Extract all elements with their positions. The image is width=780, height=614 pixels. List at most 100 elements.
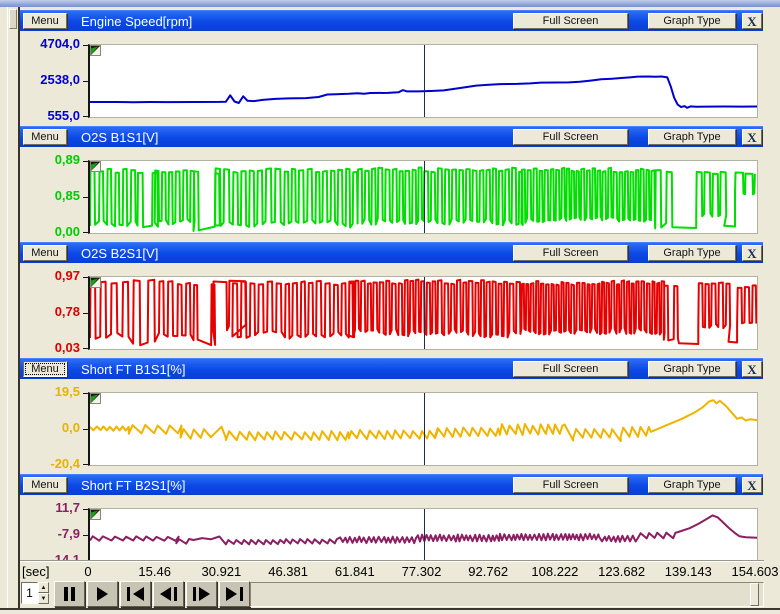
menu-button[interactable]: Menu — [23, 245, 67, 261]
position-thumb[interactable] — [750, 583, 759, 606]
y-axis-mid-label: 0,0 — [0, 421, 80, 435]
panel-body: 19,5 0,0 -20,4 — [20, 379, 763, 471]
panel-body: 0,97 0,78 0,03 — [20, 263, 763, 355]
plot-area[interactable] — [88, 44, 758, 118]
full-screen-button[interactable]: Full Screen — [513, 13, 628, 29]
panel-title: O2S B2S1[V] — [81, 246, 513, 261]
full-screen-button[interactable]: Full Screen — [513, 361, 628, 377]
y-axis-min-label: 555,0 — [0, 109, 80, 123]
time-tick-label: 92.762 — [468, 564, 508, 579]
y-axis-max-label: 19,5 — [0, 385, 80, 399]
axis-tick — [83, 393, 88, 394]
frame-spinner[interactable]: 1 ▲ ▼ — [21, 582, 49, 604]
time-axis: [sec] 015.4630.92146.38161.84177.30292.7… — [20, 560, 764, 580]
graph-type-button[interactable]: Graph Type — [648, 129, 736, 145]
skip-end-button[interactable] — [219, 581, 250, 607]
plot-marker-icon[interactable] — [90, 509, 101, 520]
graph-panel: Menu O2S B1S1[V] Full Screen Graph Type … — [20, 126, 763, 239]
cursor-line — [424, 509, 425, 561]
axis-tick — [83, 348, 88, 349]
y-axis-mid-label: 0,85 — [0, 189, 80, 203]
graph-type-button[interactable]: Graph Type — [648, 245, 736, 261]
menu-button[interactable]: Menu — [23, 13, 67, 29]
step-forward-icon — [199, 587, 210, 601]
time-axis-unit: [sec] — [22, 564, 49, 579]
panel-titlebar: Menu O2S B2S1[V] Full Screen Graph Type … — [20, 242, 763, 263]
plot-marker-icon[interactable] — [90, 393, 101, 404]
menu-button[interactable]: Menu — [23, 477, 67, 493]
panel-titlebar: Menu Short FT B1S1[%] Full Screen Graph … — [20, 358, 763, 379]
skip-end-icon — [226, 587, 237, 601]
axis-tick — [83, 535, 88, 536]
play-icon — [97, 587, 108, 601]
axis-tick — [83, 509, 88, 510]
panel-title: Engine Speed[rpm] — [81, 14, 513, 29]
pause-icon — [64, 587, 68, 601]
window-bottom-edge — [0, 608, 780, 610]
graph-type-button[interactable]: Graph Type — [648, 477, 736, 493]
time-tick-label: 30.921 — [202, 564, 242, 579]
play-button[interactable] — [87, 581, 118, 607]
axis-tick — [83, 464, 88, 465]
plot-marker-icon[interactable] — [90, 161, 101, 172]
y-axis-max-label: 0,89 — [0, 153, 80, 167]
position-track[interactable] — [250, 582, 764, 607]
graph-panel: Menu Short FT B1S1[%] Full Screen Graph … — [20, 358, 763, 471]
close-icon[interactable]: X — [742, 245, 762, 261]
close-icon[interactable]: X — [742, 477, 762, 493]
plot-area[interactable] — [88, 160, 758, 234]
axis-tick — [83, 232, 88, 233]
cursor-line — [424, 277, 425, 349]
y-axis-max-label: 0,97 — [0, 269, 80, 283]
close-icon[interactable]: X — [742, 13, 762, 29]
transport-bar: 1 ▲ ▼ — [20, 580, 764, 608]
panel-titlebar: Menu O2S B1S1[V] Full Screen Graph Type … — [20, 126, 763, 147]
time-tick-label: 77.302 — [402, 564, 442, 579]
graph-panel: Menu Engine Speed[rpm] Full Screen Graph… — [20, 10, 763, 123]
axis-tick — [83, 197, 88, 198]
panel-title: Short FT B2S1[%] — [81, 478, 513, 493]
plot-area[interactable] — [88, 508, 758, 562]
cursor-line — [424, 45, 425, 117]
menu-button[interactable]: Menu — [23, 129, 67, 145]
axis-tick — [83, 277, 88, 278]
plot-marker-icon[interactable] — [90, 277, 101, 288]
full-screen-button[interactable]: Full Screen — [513, 245, 628, 261]
plot-area[interactable] — [88, 392, 758, 466]
time-tick-label: 61.841 — [335, 564, 375, 579]
spinner-up-icon[interactable]: ▲ — [38, 582, 49, 593]
panel-body: 11,7 -7,9 -14,1 — [20, 495, 763, 565]
step-back-button[interactable] — [153, 581, 184, 607]
axis-tick — [83, 161, 88, 162]
y-axis-min-label: -20,4 — [0, 457, 80, 471]
menu-button[interactable]: Menu — [23, 361, 67, 377]
full-screen-button[interactable]: Full Screen — [513, 129, 628, 145]
skip-start-button[interactable] — [120, 581, 151, 607]
plot-area[interactable] — [88, 276, 758, 350]
close-icon[interactable]: X — [742, 361, 762, 377]
axis-tick — [83, 313, 88, 314]
time-tick-label: 15.46 — [138, 564, 171, 579]
graph-panel: Menu O2S B2S1[V] Full Screen Graph Type … — [20, 242, 763, 355]
spinner-value[interactable]: 1 — [21, 582, 38, 604]
step-forward-button[interactable] — [186, 581, 217, 607]
full-screen-button[interactable]: Full Screen — [513, 477, 628, 493]
y-axis-mid-label: 2538,0 — [0, 73, 80, 87]
time-tick-label: 0 — [84, 564, 91, 579]
plot-marker-icon[interactable] — [90, 45, 101, 56]
time-tick-label: 123.682 — [598, 564, 645, 579]
graph-type-button[interactable]: Graph Type — [648, 13, 736, 29]
panel-titlebar: Menu Engine Speed[rpm] Full Screen Graph… — [20, 10, 763, 31]
time-tick-label: 139.143 — [665, 564, 712, 579]
y-axis-min-label: 0,00 — [0, 225, 80, 239]
panel-body: 0,89 0,85 0,00 — [20, 147, 763, 239]
y-axis-max-label: 11,7 — [0, 501, 80, 515]
pause-button[interactable] — [54, 581, 85, 607]
axis-tick — [83, 429, 88, 430]
close-icon[interactable]: X — [742, 129, 762, 145]
spinner-down-icon[interactable]: ▼ — [38, 593, 49, 604]
splitter-grip[interactable] — [9, 9, 17, 29]
cursor-line — [424, 161, 425, 233]
window-top-edge — [0, 0, 780, 7]
graph-type-button[interactable]: Graph Type — [648, 361, 736, 377]
